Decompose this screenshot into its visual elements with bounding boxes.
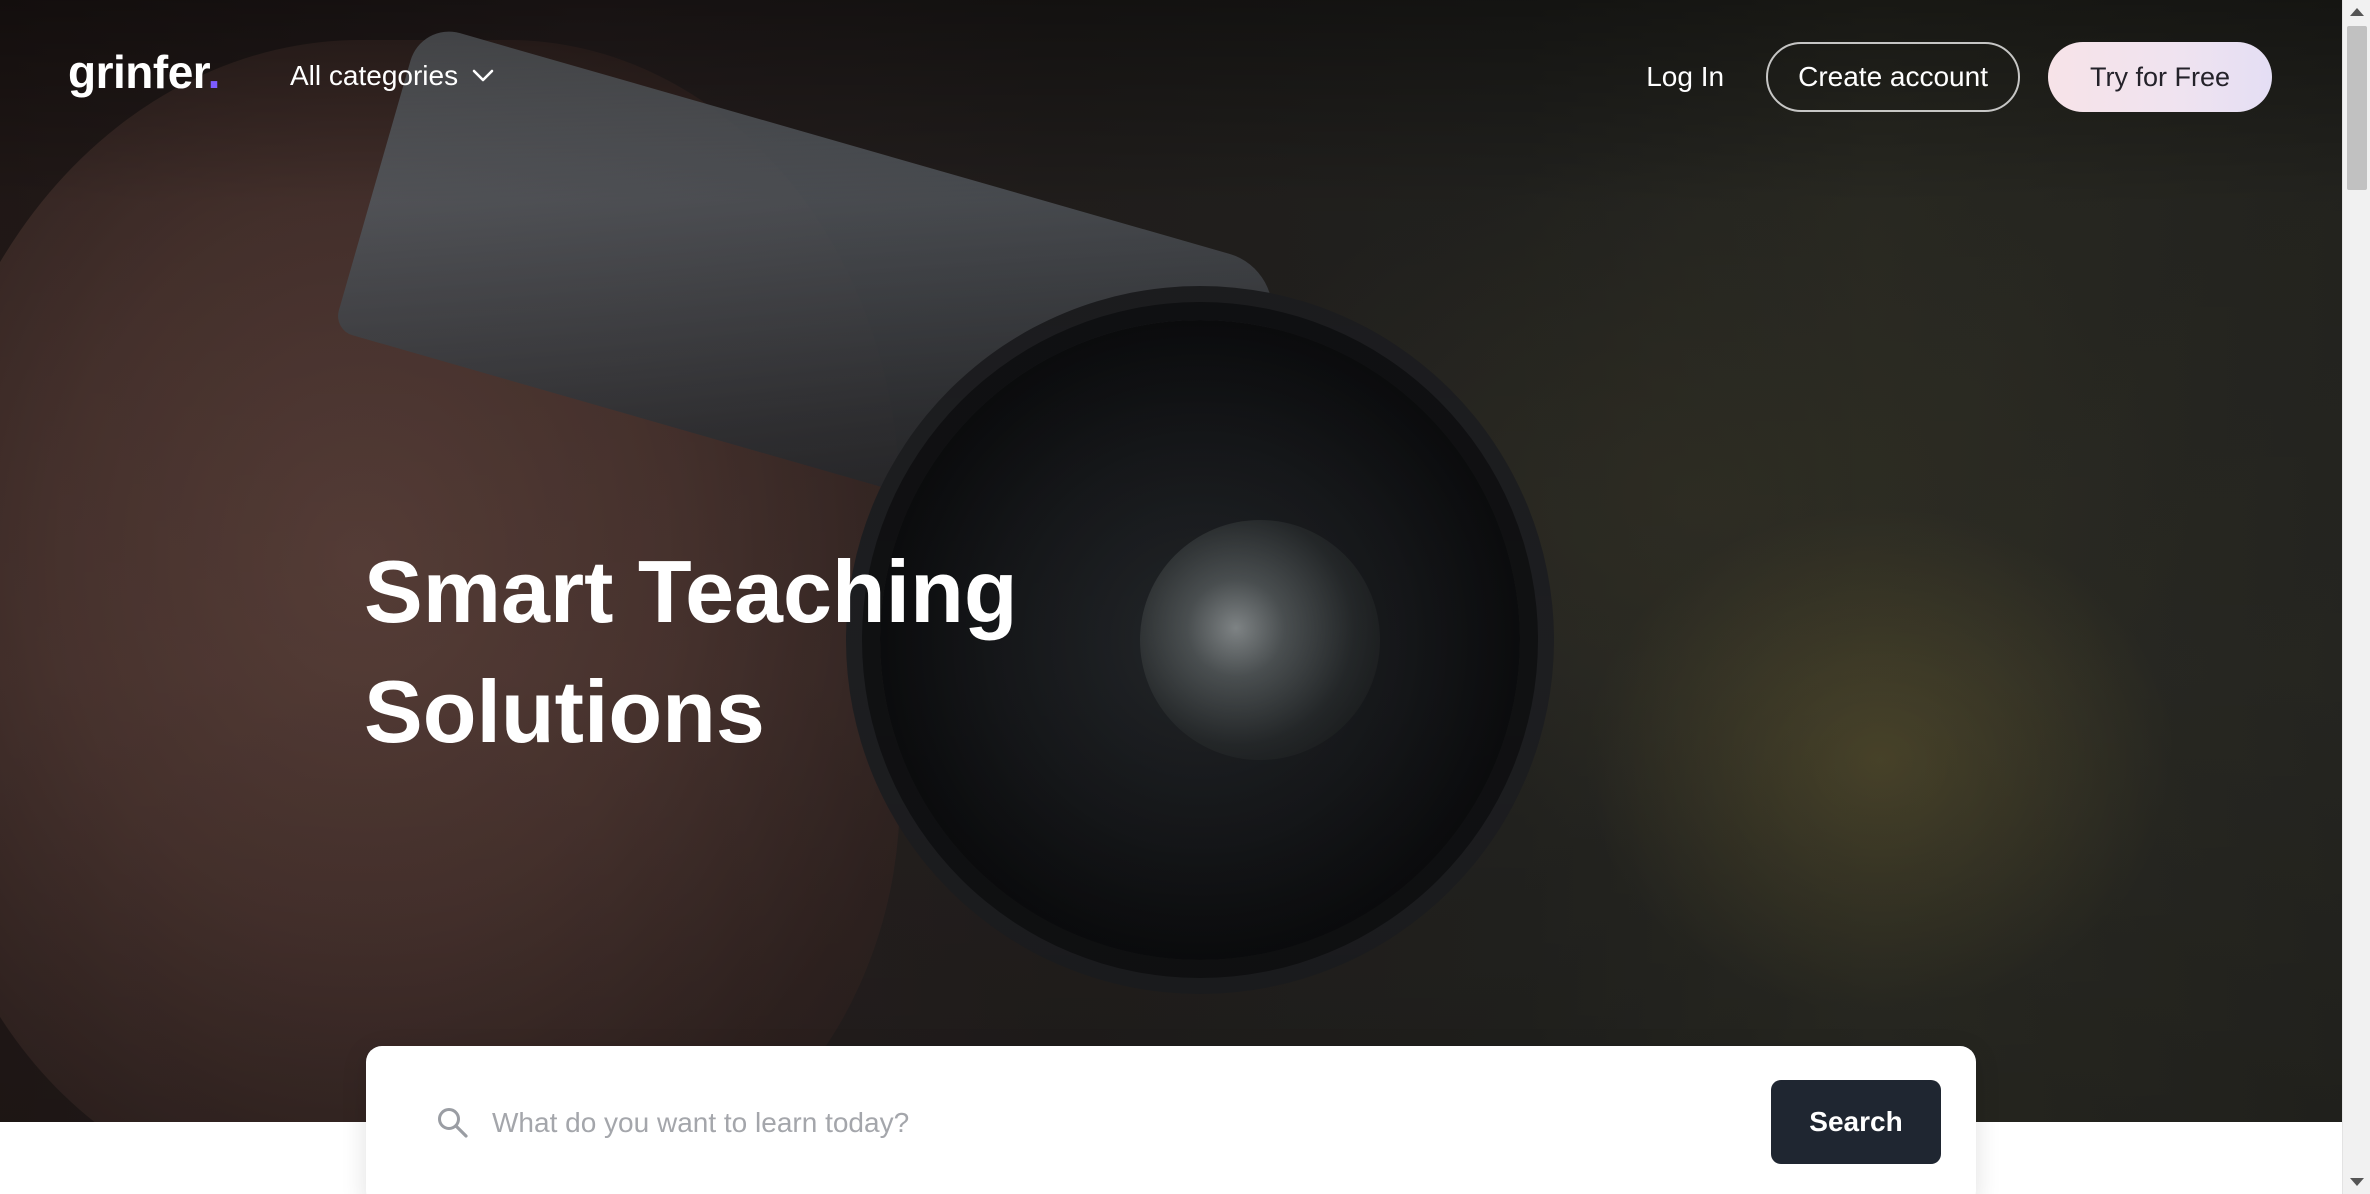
create-account-button[interactable]: Create account [1766, 42, 2020, 112]
page: grinfer. All categories Log In Create ac… [0, 0, 2342, 1194]
search-input[interactable] [490, 1098, 1690, 1148]
scroll-up-arrow-icon[interactable] [2350, 8, 2364, 16]
search-icon [438, 1108, 468, 1138]
vertical-scrollbar[interactable] [2342, 0, 2370, 1194]
search-bar: Search [366, 1046, 1976, 1194]
scrollbar-thumb[interactable] [2347, 26, 2367, 190]
header-actions: Log In Create account Try for Free [1632, 42, 2272, 112]
chevron-down-icon [472, 69, 494, 82]
logo-text: grinfer [68, 46, 208, 98]
try-for-free-button[interactable]: Try for Free [2047, 42, 2272, 112]
logo-dot: . [207, 46, 221, 98]
site-header: grinfer. All categories Log In Create ac… [0, 0, 2342, 154]
create-account-label: Create account [1798, 61, 1988, 92]
hero-title: Smart Teaching Solutions [364, 532, 1264, 772]
hero-title-line-2: Solutions [364, 662, 765, 761]
logo[interactable]: grinfer. [68, 44, 220, 100]
try-for-free-label: Try for Free [2089, 61, 2230, 92]
all-categories-dropdown[interactable]: All categories [290, 56, 494, 96]
scroll-down-arrow-icon[interactable] [2350, 1178, 2364, 1186]
all-categories-label: All categories [290, 60, 459, 91]
hero-title-line-1: Smart Teaching [364, 542, 1018, 641]
login-link[interactable]: Log In [1632, 42, 1738, 112]
search-button[interactable]: Search [1771, 1080, 1941, 1164]
